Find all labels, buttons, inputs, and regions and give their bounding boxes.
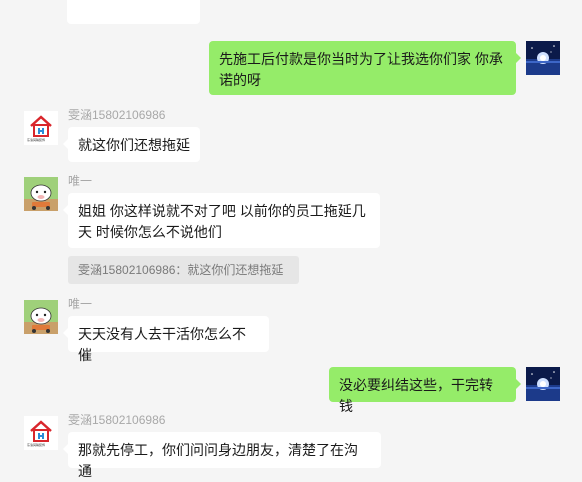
message-bubble-incoming[interactable]: 那就先停工，你们问问身边朋友，清楚了在沟通	[63, 432, 381, 479]
quoted-message[interactable]: 雯涵15802106986：就这你们还想拖延	[68, 256, 299, 284]
message-bubble-outgoing[interactable]: 没必要纠结这些，干完转钱	[329, 367, 521, 414]
avatar-cow[interactable]	[24, 300, 58, 334]
avatar-caption: 东渝润翰装饰	[27, 138, 46, 142]
night-sky-avatar-icon	[526, 367, 560, 401]
message-bubble-incoming[interactable]: 姐姐 你这样说就不对了吧 以前你的员工拖延几天 时候你怎么不说他们	[63, 193, 380, 248]
message-text: 那就先停工，你们问问身边朋友，清楚了在沟通	[78, 442, 358, 479]
scrollbar[interactable]	[577, 0, 582, 467]
avatar-self[interactable]	[526, 41, 560, 75]
sender-name: 雯涵15802106986	[68, 413, 166, 427]
avatar-self[interactable]	[526, 367, 560, 401]
message-bubble-incoming[interactable]: 天天没有人去干活你怎么不催	[63, 316, 269, 363]
message-text: 姐姐 你这样说就不对了吧 以前你的员工拖延几天 时候你怎么不说他们	[78, 203, 366, 240]
chat-window: 先施工后付款是你当时为了让我选你们家 你承诺的呀 东渝润翰装饰 雯涵158021…	[0, 0, 582, 479]
avatar-cow[interactable]	[24, 177, 58, 211]
message-text: 没必要纠结这些，干完转钱	[339, 377, 493, 414]
sender-name: 唯一	[68, 297, 93, 311]
message-bubble-incoming[interactable]: 就这你们还想拖延	[63, 127, 200, 162]
sender-name: 雯涵15802106986	[68, 108, 166, 122]
message-text: 就这你们还想拖延	[78, 137, 190, 153]
message-bubble-partial	[67, 0, 200, 24]
sender-name: 唯一	[68, 174, 93, 188]
cartoon-cow-avatar-icon	[24, 300, 58, 334]
message-text: 天天没有人去干活你怎么不催	[78, 326, 246, 363]
message-bubble-outgoing[interactable]: 先施工后付款是你当时为了让我选你们家 你承诺的呀	[209, 41, 521, 95]
avatar-house[interactable]: 东渝润翰装饰	[24, 111, 58, 145]
night-sky-avatar-icon	[526, 41, 560, 75]
cartoon-cow-avatar-icon	[24, 177, 58, 211]
avatar-house[interactable]: 东渝润翰装饰	[24, 416, 58, 450]
message-text: 先施工后付款是你当时为了让我选你们家 你承诺的呀	[219, 51, 503, 88]
avatar-caption: 东渝润翰装饰	[27, 443, 46, 447]
